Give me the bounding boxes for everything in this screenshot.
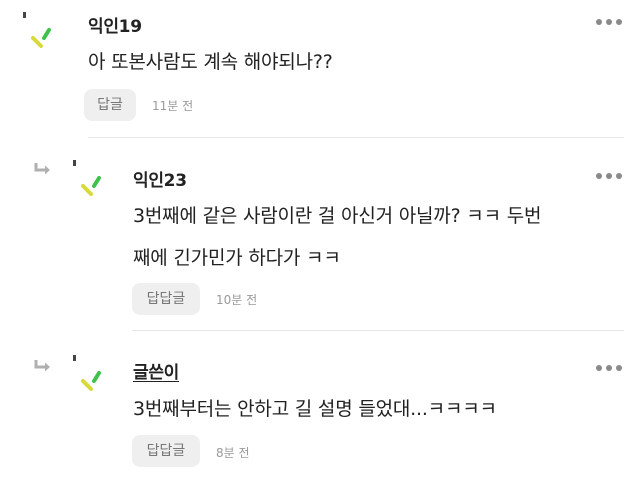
comment-time: 10분 전 xyxy=(216,293,258,307)
comment-nickname-author[interactable]: 글쓴이 xyxy=(133,358,179,383)
comment-item: 익인19 아 또본사람도 계속 해야되나?? 답글 11분 전 xyxy=(0,0,640,137)
comment-time: 8분 전 xyxy=(216,446,250,460)
reply-button[interactable]: 답글 xyxy=(84,89,136,121)
reply-button[interactable]: 답답글 xyxy=(132,435,200,467)
comment-body-line-2: 째에 긴가민가 하다가 ㅋㅋ xyxy=(133,247,341,269)
comment-body: 3번째부터는 안하고 길 설명 들었대...ㅋㅋㅋㅋ xyxy=(133,398,497,420)
reply-arrow-icon xyxy=(34,163,50,175)
avatar-icon[interactable] xyxy=(70,158,110,198)
reply-comment-item: 글쓴이 3번째부터는 안하고 길 설명 들었대...ㅋㅋㅋㅋ 답답글 8분 전 xyxy=(0,331,640,478)
comment-time: 11분 전 xyxy=(152,99,194,113)
comment-body-line-1: 3번째에 같은 사람이란 걸 아신거 아닐까? ㅋㅋ 두번 xyxy=(133,205,542,227)
more-icon[interactable] xyxy=(596,172,624,180)
more-icon[interactable] xyxy=(596,18,624,26)
reply-arrow-icon xyxy=(34,360,50,372)
comment-body: 아 또본사람도 계속 해야되나?? xyxy=(88,51,333,73)
comment-nickname[interactable]: 익인23 xyxy=(133,166,187,191)
avatar-icon[interactable] xyxy=(20,10,60,50)
avatar-icon[interactable] xyxy=(70,353,110,393)
reply-comment-item: 익인23 3번째에 같은 사람이란 걸 아신거 아닐까? ㅋㅋ 두번 째에 긴가… xyxy=(0,138,640,330)
more-icon[interactable] xyxy=(596,364,624,372)
comment-nickname[interactable]: 익인19 xyxy=(88,12,142,37)
reply-button[interactable]: 답답글 xyxy=(132,283,200,315)
